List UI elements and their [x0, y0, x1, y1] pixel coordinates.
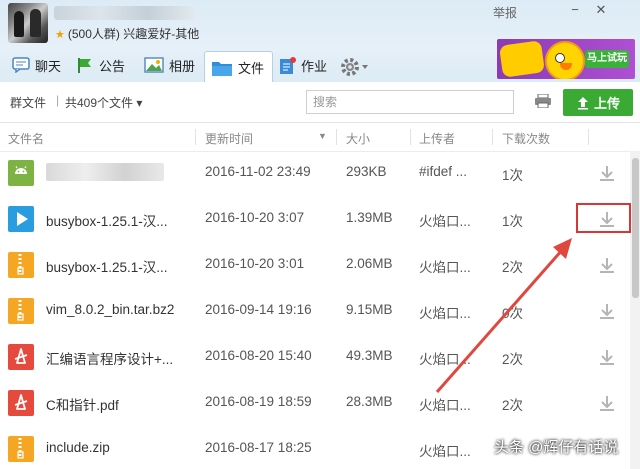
- watermark: 头条 @辉仔有话说: [494, 439, 619, 456]
- annotation-arrow: [435, 238, 572, 393]
